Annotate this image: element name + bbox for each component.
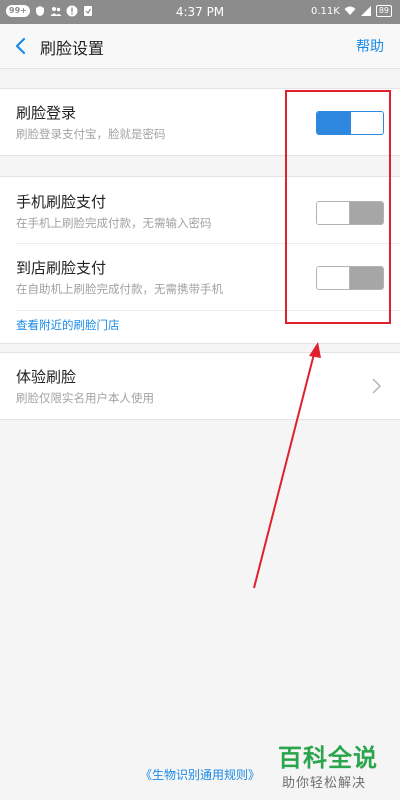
battery-icon: 89 [375,5,392,17]
status-bar: 99+ 4:37 PM 0.11K 89 [0,0,400,24]
help-button[interactable]: 帮助 [356,36,384,56]
try-face-subtitle: 刷脸仅限实名用户本人使用 [16,391,154,405]
watermark-logo: 百科全说 [278,744,378,772]
store-face-pay-title: 到店刷脸支付 [16,259,107,277]
back-arrow-icon[interactable] [10,34,34,58]
phone-face-pay-subtitle: 在手机上刷脸完成付款，无需输入密码 [16,216,212,230]
status-right-icons: 0.11K 89 [311,5,392,17]
chevron-right-icon[interactable] [370,377,382,395]
wifi-icon [344,6,356,15]
phone-face-pay-title: 手机刷脸支付 [16,193,107,211]
store-face-pay-subtitle: 在自助机上刷脸完成付款，无需携带手机 [16,282,223,296]
watermark-slogan: 助你轻松解决 [282,776,367,791]
highlight-box [285,90,391,324]
face-login-subtitle: 刷脸登录支付宝，脸就是密码 [16,127,166,141]
signal-icon [360,6,371,16]
nav-header: 刷脸设置 帮助 [0,24,400,69]
face-login-title: 刷脸登录 [16,104,77,122]
network-speed: 0.11K [310,5,340,17]
page-title: 刷脸设置 [40,39,105,58]
biometric-rules-link[interactable]: 《生物识别通用规则》 [140,766,260,783]
nearby-stores-link[interactable]: 查看附近的刷脸门店 [16,317,120,333]
try-face-section: 体验刷脸 刷脸仅限实名用户本人使用 [0,352,400,420]
try-face-title: 体验刷脸 [16,368,77,386]
